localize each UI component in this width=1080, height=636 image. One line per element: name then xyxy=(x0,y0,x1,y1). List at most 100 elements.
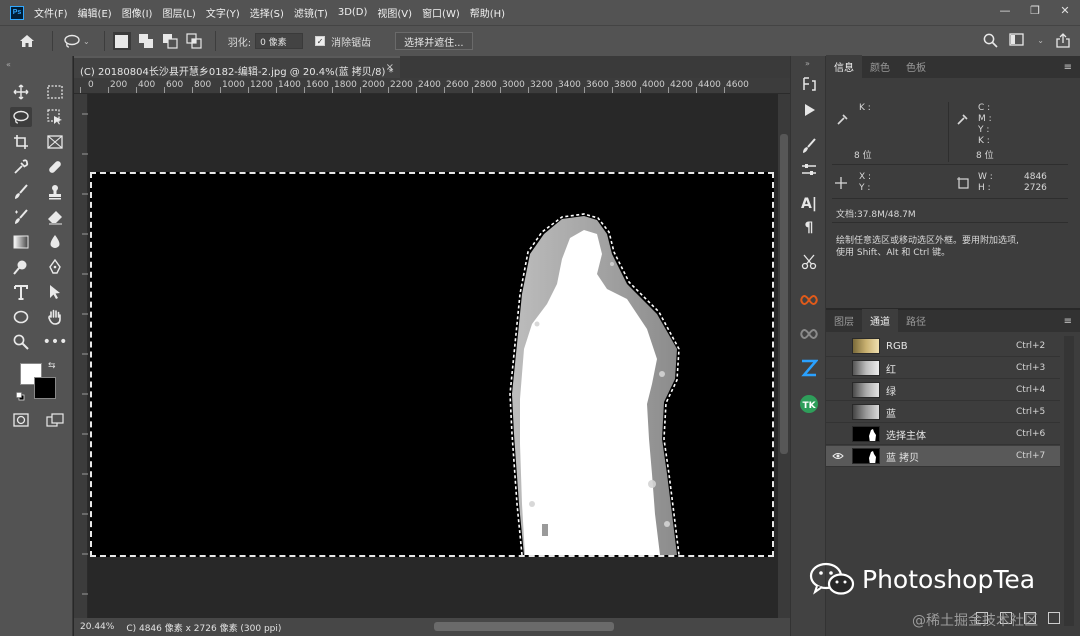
new-selection-icon[interactable] xyxy=(112,32,131,50)
hand-tool-icon[interactable] xyxy=(44,307,66,327)
dock-collapse-icon[interactable]: » xyxy=(805,59,810,68)
channel-row-green[interactable]: 绿 Ctrl+4 xyxy=(826,380,1060,401)
workspace-chevron-icon[interactable]: ⌄ xyxy=(1037,36,1044,45)
tab-paths[interactable]: 路径 xyxy=(898,309,934,332)
vertical-scroll-thumb[interactable] xyxy=(780,134,788,454)
menu-select[interactable]: 选择(S) xyxy=(250,5,284,20)
visibility-toggle[interactable] xyxy=(832,341,844,351)
subtract-from-selection-icon[interactable] xyxy=(161,32,179,50)
menu-edit[interactable]: 编辑(E) xyxy=(78,5,112,20)
home-icon[interactable] xyxy=(18,32,36,50)
link-plugin-icon[interactable] xyxy=(799,324,819,344)
z-plugin-icon[interactable] xyxy=(799,358,819,378)
tab-swatches[interactable]: 色板 xyxy=(898,55,934,78)
vertical-scrollbar[interactable] xyxy=(778,94,790,618)
dodge-tool-icon[interactable] xyxy=(10,257,32,277)
channels-panel-menu-icon[interactable]: ≡ xyxy=(1064,316,1072,327)
tab-channels[interactable]: 通道 xyxy=(862,309,898,332)
menu-window[interactable]: 窗口(W) xyxy=(422,5,460,20)
character-panel-icon[interactable]: A| xyxy=(799,194,819,214)
share-icon[interactable] xyxy=(1054,31,1072,49)
channel-shortcut: Ctrl+7 xyxy=(1016,451,1046,461)
background-color-swatch[interactable] xyxy=(34,377,56,399)
clone-stamp-tool-icon[interactable] xyxy=(44,182,66,202)
menu-filter[interactable]: 滤镜(T) xyxy=(294,5,328,20)
zoom-level[interactable]: 20.44% xyxy=(80,622,114,632)
default-colors-icon[interactable] xyxy=(16,392,25,401)
workspace-icon[interactable] xyxy=(1009,31,1027,49)
canvas-area[interactable] xyxy=(88,94,778,618)
ellipse-tool-icon[interactable] xyxy=(10,307,32,327)
tab-layers[interactable]: 图层 xyxy=(826,309,862,332)
visibility-toggle[interactable] xyxy=(832,429,844,439)
channel-row-red[interactable]: 红 Ctrl+3 xyxy=(826,358,1060,379)
collapse-toolbar-icon[interactable]: « xyxy=(6,60,11,69)
object-selection-tool-icon[interactable] xyxy=(44,107,66,127)
preset-chevron-icon[interactable]: ⌄ xyxy=(83,37,90,46)
intersect-selection-icon[interactable] xyxy=(185,32,203,50)
more-tools-icon[interactable]: ••• xyxy=(43,332,68,352)
menu-view[interactable]: 视图(V) xyxy=(377,5,412,20)
menu-image[interactable]: 图像(I) xyxy=(122,5,153,20)
channel-thumbnail xyxy=(852,448,880,464)
pen-tool-icon[interactable] xyxy=(44,257,66,277)
brush-tool-icon[interactable] xyxy=(10,182,32,202)
brushes-panel-icon[interactable] xyxy=(799,136,819,156)
path-selection-tool-icon[interactable] xyxy=(44,282,66,302)
antialias-checkbox[interactable]: ✓ xyxy=(315,36,326,46)
type-tool-icon[interactable] xyxy=(10,282,32,302)
close-button[interactable]: ✕ xyxy=(1050,0,1080,20)
eyedropper-tool-icon[interactable] xyxy=(10,157,32,177)
restore-button[interactable]: ❐ xyxy=(1020,0,1050,20)
eye-icon[interactable] xyxy=(832,451,844,461)
eraser-tool-icon[interactable] xyxy=(44,207,66,227)
history-brush-tool-icon[interactable] xyxy=(10,207,32,227)
infinity-plugin-icon[interactable] xyxy=(799,290,819,310)
lasso-tool-icon[interactable] xyxy=(10,107,32,127)
minimize-button[interactable]: — xyxy=(990,0,1020,20)
info-panel-menu-icon[interactable]: ≡ xyxy=(1064,62,1072,73)
marquee-tool-icon[interactable] xyxy=(44,82,66,102)
document-tab[interactable]: (C) 20180804长沙县开慧乡0182-编辑-2.jpg @ 20.4%(… xyxy=(74,56,400,78)
menu-3d[interactable]: 3D(D) xyxy=(338,7,368,18)
add-to-selection-icon[interactable] xyxy=(137,32,155,50)
menu-file[interactable]: 文件(F) xyxy=(34,5,68,20)
visibility-toggle[interactable] xyxy=(832,407,844,417)
channel-row-blue[interactable]: 蓝 Ctrl+5 xyxy=(826,402,1060,423)
blur-tool-icon[interactable] xyxy=(44,232,66,252)
visibility-toggle[interactable] xyxy=(832,363,844,373)
screen-mode-icon[interactable] xyxy=(44,410,66,430)
channel-row-rgb[interactable]: RGB Ctrl+2 xyxy=(826,336,1060,357)
horizontal-scroll-thumb[interactable] xyxy=(434,622,614,631)
crop-tool-icon[interactable] xyxy=(10,132,32,152)
move-tool-icon[interactable] xyxy=(10,82,32,102)
channel-row-select-subject[interactable]: 选择主体 Ctrl+6 xyxy=(826,424,1060,445)
search-icon[interactable] xyxy=(981,31,999,49)
channel-row-blue-copy[interactable]: 蓝 拷贝 Ctrl+7 xyxy=(826,446,1060,467)
actions-play-icon[interactable] xyxy=(799,100,819,120)
tab-color[interactable]: 颜色 xyxy=(862,55,898,78)
healing-brush-tool-icon[interactable] xyxy=(44,157,66,177)
tk-plugin-icon[interactable]: TK xyxy=(799,394,819,414)
menu-type[interactable]: 文字(Y) xyxy=(206,5,240,20)
scissors-plugin-icon[interactable] xyxy=(799,252,819,272)
delete-channel-icon[interactable] xyxy=(1048,612,1060,624)
frame-tool-icon[interactable] xyxy=(44,132,66,152)
channels-scrollbar[interactable] xyxy=(1064,336,1074,626)
visibility-toggle[interactable] xyxy=(832,385,844,395)
zoom-tool-icon[interactable] xyxy=(10,332,32,352)
lasso-tool-preset-icon[interactable] xyxy=(63,32,81,50)
close-document-icon[interactable]: × xyxy=(386,62,394,73)
quick-mask-icon[interactable] xyxy=(10,410,32,430)
history-panel-icon[interactable] xyxy=(799,74,819,94)
swap-colors-icon[interactable]: ⇆ xyxy=(48,361,56,371)
adjustments-panel-icon[interactable] xyxy=(799,160,819,180)
menu-layer[interactable]: 图层(L) xyxy=(162,5,195,20)
menu-help[interactable]: 帮助(H) xyxy=(470,5,505,20)
gradient-tool-icon[interactable] xyxy=(10,232,32,252)
select-and-mask-button[interactable]: 选择并遮住... xyxy=(395,32,473,50)
feather-input[interactable]: 0 像素 xyxy=(255,33,304,49)
tab-info[interactable]: 信息 xyxy=(826,55,862,78)
selection-marquee[interactable] xyxy=(90,172,774,557)
paragraph-panel-icon[interactable]: ¶ xyxy=(799,218,819,238)
